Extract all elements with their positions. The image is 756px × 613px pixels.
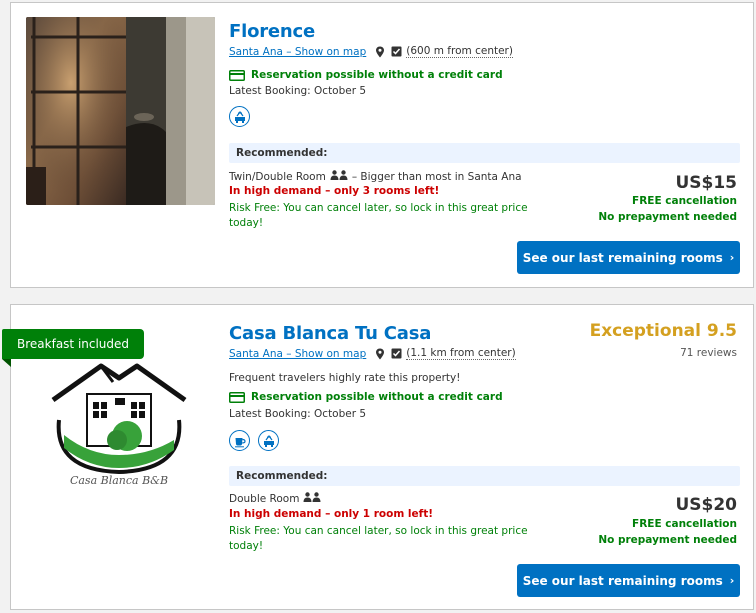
chevron-right-icon: › [729,251,735,264]
breakfast-included-ribbon: Breakfast included [2,329,145,359]
latest-booking: Latest Booking: October 5 [229,85,367,97]
show-on-map-link[interactable]: Santa Ana – Show on map [229,348,366,360]
frequent-travelers-note: Frequent travelers highly rate this prop… [229,372,461,384]
map-icon[interactable] [391,46,402,57]
no-credit-card-text: Reservation possible without a credit ca… [251,69,503,81]
distance-from-center: (1.1 km from center) [406,347,516,360]
property-title[interactable]: Casa Blanca Tu Casa [229,323,431,344]
no-prepayment: No prepayment needed [598,211,737,223]
room-type-row: Twin/Double Room – Bigger than most in S… [229,170,522,183]
no-credit-card-note: Reservation possible without a credit ca… [229,391,503,403]
high-demand-alert: In high demand – only 3 rooms left! [229,185,440,197]
see-rooms-label: See our last remaining rooms [522,573,723,588]
map-icon[interactable] [391,348,402,359]
see-rooms-label: See our last remaining rooms [522,250,723,265]
shuttle-icon [258,430,279,451]
occupancy-icon [330,170,348,183]
svg-text:Casa Blanca B&B: Casa Blanca B&B [70,474,168,485]
room-note: – Bigger than most in Santa Ana [351,170,522,183]
credit-card-icon [229,69,245,81]
recommended-label: Recommended: [229,143,740,163]
map-pin-icon[interactable] [374,46,386,58]
risk-free-note: Risk Free: You can cancel later, so lock… [229,525,528,552]
no-credit-card-text: Reservation possible without a credit ca… [251,391,503,403]
review-count[interactable]: 71 reviews [680,347,737,359]
property-card: Florence Santa Ana – Show on map (600 m … [10,2,754,288]
free-cancellation: FREE cancellation [632,195,737,207]
high-demand-alert: In high demand – only 1 room left! [229,508,434,520]
map-pin-icon[interactable] [374,348,386,360]
property-title[interactable]: Florence [229,21,315,42]
see-rooms-button[interactable]: See our last remaining rooms › [517,564,740,597]
show-on-map-link[interactable]: Santa Ana – Show on map [229,46,366,58]
location-row: Santa Ana – Show on map (1.1 km from cen… [229,347,516,360]
price: US$20 [675,495,737,515]
room-type: Twin/Double Room [229,170,326,183]
price: US$15 [675,173,737,193]
review-score[interactable]: Exceptional 9.5 [590,321,737,341]
see-rooms-button[interactable]: See our last remaining rooms › [517,241,740,274]
distance-from-center: (600 m from center) [406,45,513,58]
recommended-label: Recommended: [229,466,740,486]
property-card: Breakfast included Casa Blanca B&B Casa … [2,304,754,610]
room-type-row: Double Room [229,492,325,505]
ribbon-fold [2,359,11,367]
property-logo[interactable]: Casa Blanca B&B [49,360,189,487]
free-cancellation: FREE cancellation [632,518,737,530]
no-credit-card-note: Reservation possible without a credit ca… [229,69,503,81]
property-photo[interactable] [26,17,215,205]
room-type: Double Room [229,492,300,505]
latest-booking: Latest Booking: October 5 [229,408,367,420]
shuttle-icon [229,106,250,127]
chevron-right-icon: › [729,574,735,587]
coffee-cup-icon [229,430,250,451]
no-prepayment: No prepayment needed [598,534,737,546]
location-row: Santa Ana – Show on map (600 m from cent… [229,45,513,58]
occupancy-icon [303,492,321,505]
credit-card-icon [229,391,245,403]
risk-free-note: Risk Free: You can cancel later, so lock… [229,202,528,229]
